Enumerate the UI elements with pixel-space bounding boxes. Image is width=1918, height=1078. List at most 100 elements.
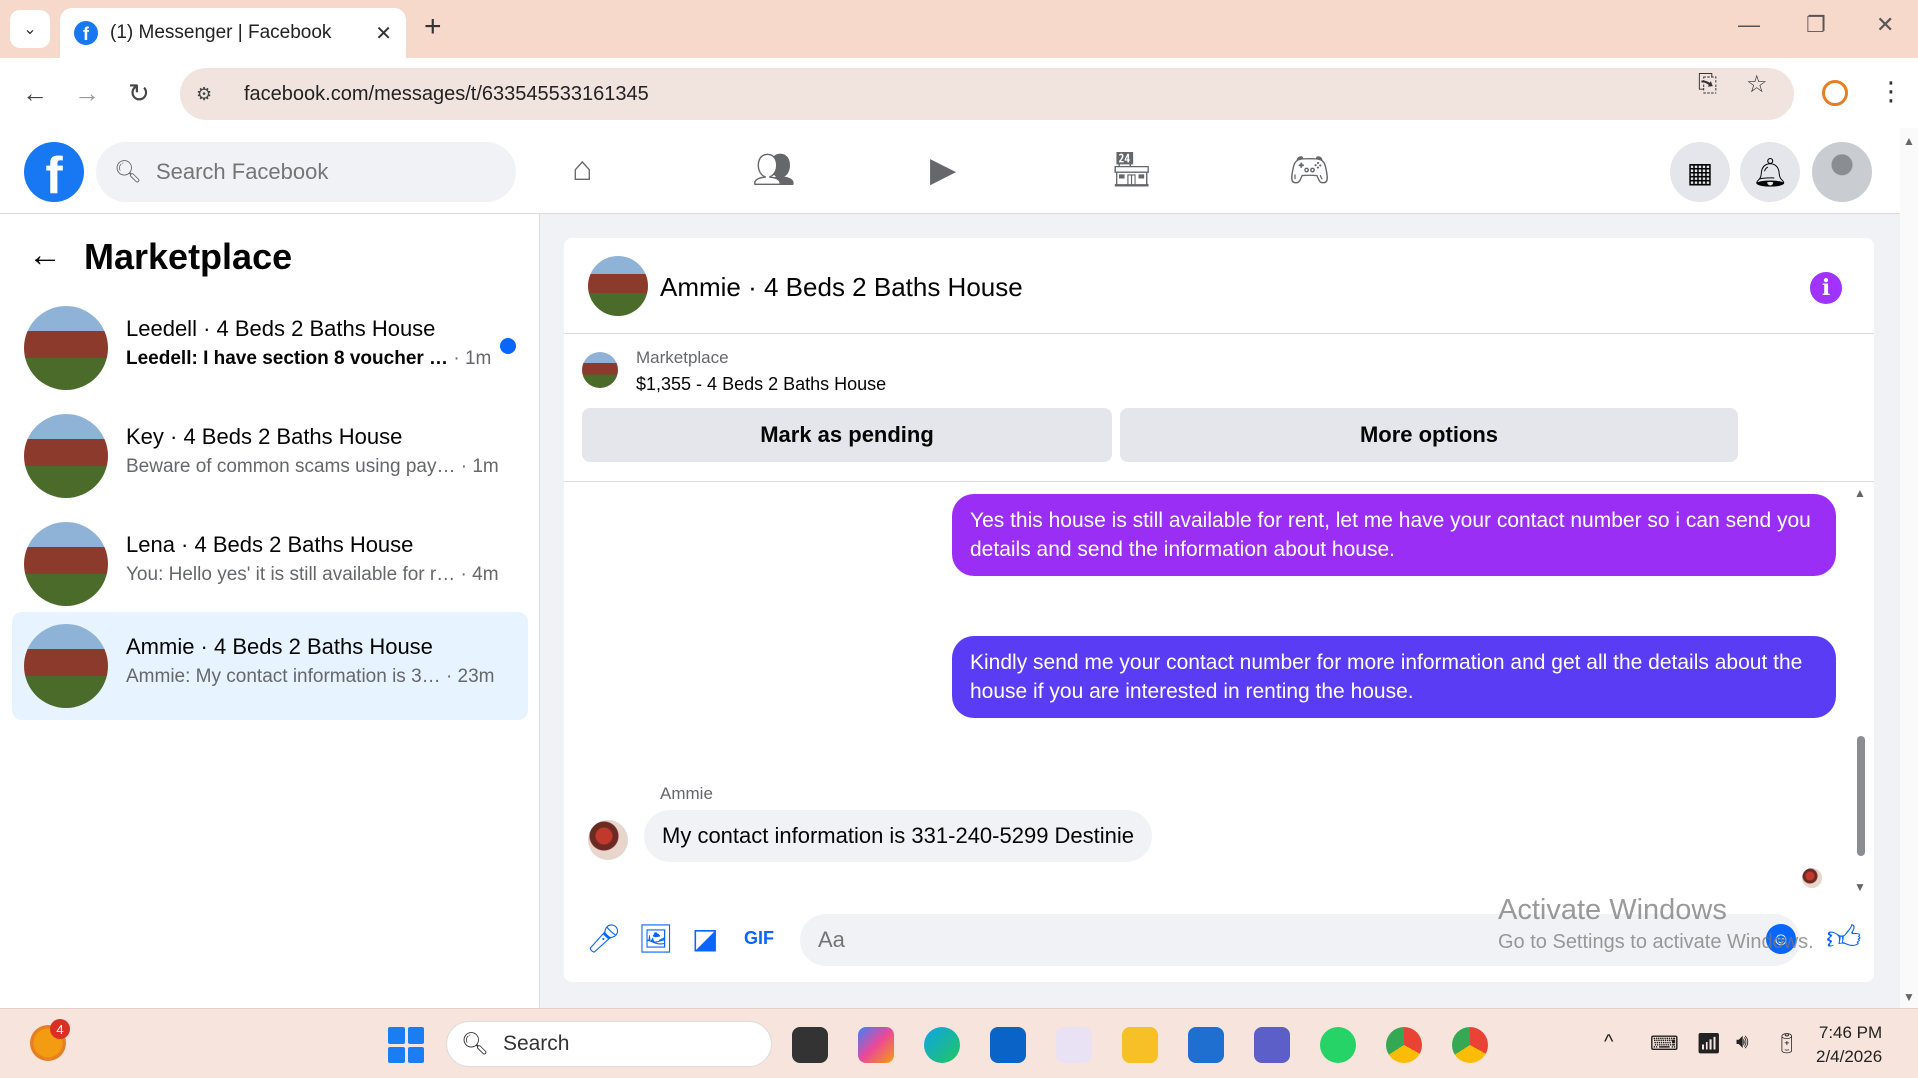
address-bar[interactable]: ⚙ facebook.com/messages/t/63354553316134… [180, 68, 1794, 120]
store-icon[interactable] [1188, 1027, 1224, 1063]
conversation-name: Leedell · 4 Beds 2 Baths House [126, 316, 436, 341]
facebook-search[interactable]: 🔍︎ [96, 142, 516, 202]
friends-icon[interactable]: 👥︎ [752, 150, 795, 190]
facebook-search-input[interactable] [155, 159, 476, 185]
conversation-preview: Beware of common scams using pay… · 1m [126, 456, 499, 477]
tab-search-button[interactable]: ⌄ [10, 10, 50, 48]
conversation-item[interactable]: Lena · 4 Beds 2 Baths House You: Hello y… [12, 510, 528, 618]
gif-icon[interactable]: GIF [744, 928, 774, 949]
volume-icon[interactable]: 🔊︎ [1736, 1031, 1749, 1054]
search-icon: 🔍︎ [114, 159, 142, 184]
wifi-icon[interactable]: 📶︎ [1696, 1031, 1721, 1056]
windows-taskbar: 4 🔍︎ Search ^ ⌨ 📶︎ 🔊︎ 🔋︎ 7:46 PM 2/4/202… [0, 1008, 1918, 1078]
page-scrollbar[interactable]: ▲ ▼ [1900, 128, 1918, 1008]
tab-title: (1) Messenger | Facebook [110, 22, 332, 43]
show-hidden-icons-icon[interactable]: ^ [1604, 1031, 1613, 1054]
marketplace-icon[interactable]: 🏪︎ [1110, 150, 1153, 190]
mark-as-pending-button[interactable]: Mark as pending [582, 408, 1112, 462]
battery-icon[interactable]: 🔋︎ [1774, 1031, 1799, 1056]
file-explorer-icon[interactable] [1122, 1027, 1158, 1063]
taskbar-search[interactable]: 🔍︎ Search [446, 1021, 772, 1067]
incoming-sender-name: Ammie [660, 784, 713, 803]
profile-icon[interactable] [1822, 80, 1848, 106]
conversation-name: Lena · 4 Beds 2 Baths House [126, 532, 414, 557]
house-thumbnail [24, 414, 108, 498]
chat-thumbnail[interactable] [588, 256, 648, 316]
reload-icon[interactable]: ↻ [128, 78, 150, 109]
copilot-icon[interactable] [858, 1027, 894, 1063]
account-avatar[interactable] [1812, 142, 1872, 202]
restore-icon[interactable]: ❐ [1806, 12, 1826, 38]
marketplace-label: Marketplace [636, 348, 729, 367]
conversation-item[interactable]: Leedell · 4 Beds 2 Baths House Leedell: … [12, 294, 528, 402]
tab-close-icon[interactable]: ✕ [375, 21, 392, 46]
chat-title[interactable]: Ammie · 4 Beds 2 Baths House [660, 272, 1023, 303]
facebook-logo-icon[interactable]: f [24, 142, 84, 202]
menu-grid-icon[interactable]: ▦ [1670, 142, 1730, 202]
keyboard-icon[interactable]: ⌨ [1650, 1031, 1679, 1056]
sticker-icon[interactable]: ◪ [692, 922, 718, 955]
chrome-icon[interactable] [1386, 1027, 1422, 1063]
teams-icon[interactable] [1254, 1027, 1290, 1063]
outgoing-message[interactable]: Kindly send me your contact number for m… [952, 636, 1836, 718]
chat-panel: Ammie · 4 Beds 2 Baths House i Marketpla… [564, 238, 1874, 982]
outgoing-message[interactable]: Yes this house is still available for re… [952, 494, 1836, 576]
whatsapp-icon[interactable] [1320, 1027, 1356, 1063]
scroll-up-icon[interactable]: ▲ [1903, 134, 1915, 148]
more-options-button[interactable]: More options [1120, 408, 1738, 462]
incoming-message[interactable]: My contact information is 331-240-5299 D… [644, 810, 1153, 862]
thumbs-up-icon[interactable]: 👍︎ [1826, 918, 1862, 959]
window-close-icon[interactable]: ✕ [1876, 12, 1894, 38]
browser-tab-bar: ⌄ f (1) Messenger | Facebook ✕ + — ❐ ✕ [0, 0, 1918, 58]
taskbar-search-label: Search [502, 1032, 570, 1055]
snipping-tool-icon[interactable] [1056, 1027, 1092, 1063]
conversation-name: Ammie · 4 Beds 2 Baths House [126, 634, 433, 659]
clock-date: 2/4/2026 [1816, 1047, 1883, 1066]
back-arrow-icon[interactable]: ← [28, 236, 62, 275]
forward-arrow-icon[interactable]: → [74, 78, 100, 109]
windows-start-icon[interactable] [388, 1027, 424, 1063]
taskbar-clock[interactable]: 7:46 PM 2/4/2026 [1816, 1021, 1882, 1069]
activate-windows-watermark: Activate Windows Go to Settings to activ… [1498, 894, 1814, 954]
scroll-down-icon[interactable]: ▼ [1903, 990, 1915, 1004]
install-app-icon[interactable]: ⎘ [1698, 70, 1717, 98]
scroll-up-icon[interactable]: ▲ [1854, 486, 1866, 500]
video-icon[interactable]: ▶ [930, 150, 956, 190]
site-info-icon[interactable]: ⚙ [196, 84, 228, 105]
chrome-profile-icon[interactable] [1452, 1027, 1488, 1063]
listing-thumbnail[interactable] [582, 352, 618, 388]
marketplace-sidebar: ← Marketplace Leedell · 4 Beds 2 Baths H… [0, 214, 540, 1008]
home-icon[interactable]: ⌂ [572, 150, 593, 189]
chevron-down-icon: ⌄ [23, 21, 37, 38]
conversation-preview: Ammie: My contact information is 3… · 23… [126, 666, 495, 687]
edge-icon[interactable] [924, 1027, 960, 1063]
listing-title[interactable]: $1,355 - 4 Beds 2 Baths House [636, 374, 886, 395]
unread-dot [500, 338, 516, 354]
facebook-favicon-icon: f [74, 21, 98, 45]
photo-icon[interactable]: 🖼︎ [638, 922, 674, 955]
microphone-icon[interactable]: 🎤︎ [586, 922, 622, 955]
back-arrow-icon[interactable]: ← [22, 78, 48, 109]
conversation-item-active[interactable]: Ammie · 4 Beds 2 Baths House Ammie: My c… [12, 612, 528, 720]
facebook-header: f 🔍︎ ⌂ 👥︎ ▶ 🏪︎ 🎮︎ ▦ 🔔︎ [0, 128, 1900, 214]
conversation-preview: You: Hello yes' it is still available fo… [126, 564, 499, 585]
gaming-icon[interactable]: 🎮︎ [1288, 150, 1331, 190]
conversation-item[interactable]: Key · 4 Beds 2 Baths House Beware of com… [12, 402, 528, 510]
chat-scrollbar[interactable]: ▲ ▼ [1854, 486, 1868, 906]
bookmark-star-icon[interactable]: ☆ [1746, 70, 1768, 99]
notifications-bell-icon[interactable]: 🔔︎ [1740, 142, 1800, 202]
new-tab-button[interactable]: + [424, 10, 442, 44]
outlook-icon[interactable] [990, 1027, 1026, 1063]
scrollbar-thumb[interactable] [1857, 736, 1865, 856]
watermark-subtitle: Go to Settings to activate Windows. [1498, 931, 1814, 953]
browser-tab[interactable]: f (1) Messenger | Facebook ✕ [60, 8, 406, 58]
info-icon[interactable]: i [1810, 272, 1842, 304]
watermark-title: Activate Windows [1498, 894, 1727, 926]
house-thumbnail [24, 306, 108, 390]
browser-menu-icon[interactable]: ⋮ [1878, 76, 1904, 107]
minimize-icon[interactable]: — [1738, 12, 1760, 38]
browser-toolbar: ← → ↻ ⚙ facebook.com/messages/t/63354553… [0, 58, 1918, 128]
scroll-down-icon[interactable]: ▼ [1854, 880, 1866, 894]
sender-avatar[interactable] [588, 820, 628, 860]
task-view-icon[interactable] [792, 1027, 828, 1063]
